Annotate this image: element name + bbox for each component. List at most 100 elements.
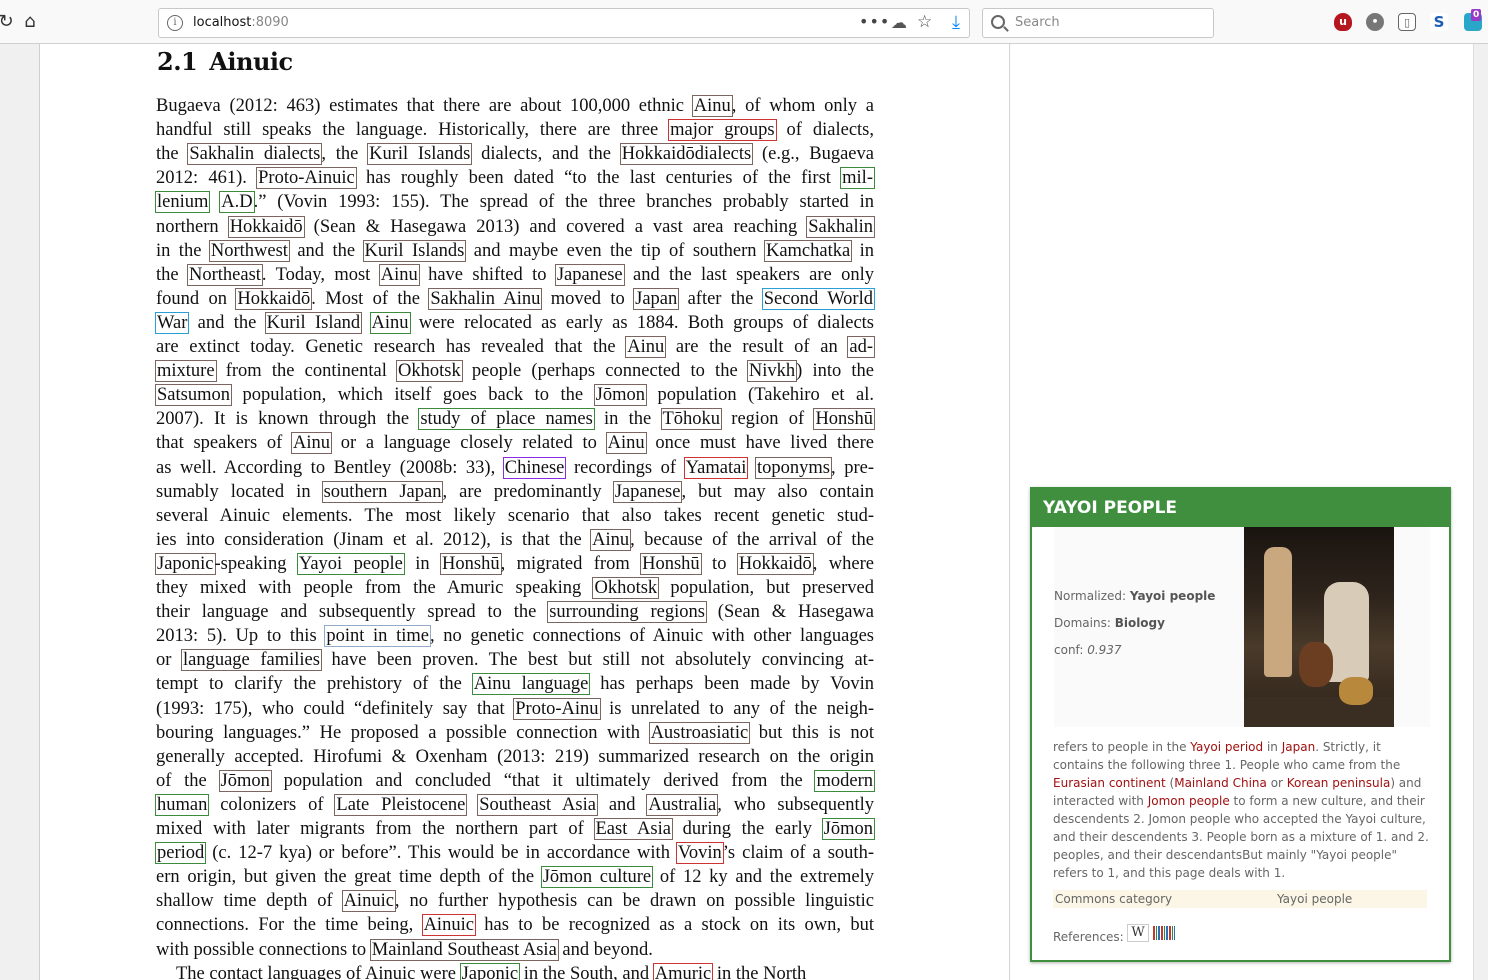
entity-mention[interactable]: Proto-Ainu [513,697,601,720]
entity-mention[interactable]: Sakhalin Ainu [428,287,543,310]
entity-mention[interactable]: Kuril Islands [367,143,473,166]
entity-mention[interactable]: Hokkaidō [227,215,305,238]
entity-mention[interactable]: Vovin [675,842,724,865]
entity-mention[interactable]: mil- [840,167,875,190]
entity-mention[interactable]: Kamchatka [763,239,853,262]
entity-mention[interactable]: Ainu [369,311,411,334]
entity-mention[interactable]: Ainu [590,528,632,551]
entity-mention[interactable]: Northeast [186,263,263,286]
commons-value[interactable]: Yayoi people [1277,890,1352,908]
description-link[interactable]: Korean peninsula [1287,776,1391,790]
entity-mention[interactable]: Amuric [652,962,714,980]
entity-mention[interactable]: Second World [761,287,875,310]
s-extension-icon[interactable]: S [1430,13,1448,31]
entity-mention[interactable]: Yamatai [683,456,749,479]
entity-mention[interactable]: toponyms [755,456,833,479]
entity-mention[interactable]: A.D [219,191,255,214]
entity-mention[interactable]: modern [814,769,875,792]
entity-mention[interactable]: Japan [633,287,680,310]
wikipedia-icon[interactable]: W [1127,924,1149,942]
entity-mention[interactable]: Tōhoku [660,408,723,431]
text-span: have shifted to [418,264,556,285]
entity-mention[interactable]: southern Japan [321,480,444,503]
entity-mention[interactable]: lenium [155,191,211,214]
entity-mention[interactable]: Satsumon [155,384,232,407]
entity-mention[interactable]: surrounding regions [547,601,707,624]
url-bar[interactable]: i localhost:8090 ••• ☁ ☆ [158,8,970,38]
search-field[interactable]: Search [982,8,1214,38]
description-link[interactable]: Japan [1282,740,1315,754]
text-span: with possible connections to [156,939,371,960]
entity-mention[interactable]: Jōmon culture [540,866,654,889]
entity-mention[interactable]: study of place names [418,408,595,431]
entity-mention[interactable]: ad- [847,336,875,358]
entity-mention[interactable]: Chinese [502,456,567,479]
entity-mention[interactable]: Jōmon [218,769,272,792]
description-link[interactable]: Yayoi period [1190,740,1263,754]
entity-mention[interactable]: major groups [668,119,777,142]
entity-mention[interactable]: Jōmon [821,818,875,840]
entity-mention[interactable]: Late Pleistocene [334,793,468,816]
entity-mention[interactable]: Kuril Islands [362,239,467,262]
entity-mention[interactable]: Austroasiatic [648,721,751,744]
text-span: , where [812,553,874,574]
entity-mention[interactable]: Hokkaidō [736,552,814,575]
entity-mention[interactable]: Ainu language [471,673,591,696]
description-link[interactable]: Eurasian continent [1053,776,1166,790]
entity-mention[interactable]: Australia [646,793,719,816]
entity-mention[interactable]: Honshū [640,552,702,575]
text-span: sumably located in [156,481,323,502]
entity-mention[interactable]: Ainu [605,432,647,455]
entity-mention[interactable]: Japanese [554,263,625,286]
tracking-protection-icon[interactable]: ☁ [891,13,907,32]
entity-mention[interactable]: Nivkh [746,360,798,383]
page-scrollbar[interactable] [1473,44,1488,980]
entity-mention[interactable]: Northwest [208,239,290,262]
ublock-icon[interactable]: u [1334,13,1352,31]
entity-mention[interactable]: language families [180,649,322,672]
home-icon[interactable]: ⌂ [18,10,42,34]
entity-mention[interactable]: Ainu [291,432,333,455]
entity-mention[interactable]: War [155,311,190,334]
entity-mention[interactable]: Proto-Ainuic [256,167,357,190]
page-actions-icon[interactable]: ••• [859,12,890,31]
entity-mention[interactable]: Kuril Island [264,311,363,334]
entity-mention[interactable]: Okhotsk [396,360,463,383]
reader-view-icon[interactable]: ▯ [1398,13,1416,31]
entity-mention[interactable]: Jōmon [593,384,647,407]
entity-mention[interactable]: Okhotsk [592,577,660,599]
entity-mention[interactable]: East Asia [593,818,673,840]
entity-mention[interactable]: Honshū [440,552,502,575]
entity-mention[interactable]: Ainu [625,336,667,358]
wikidata-icon[interactable] [1153,926,1175,940]
entity-mention[interactable]: Yayoi people [296,552,405,575]
entity-mention[interactable]: point in time [324,625,431,648]
privacy-extension-icon[interactable]: • [1366,13,1384,31]
description-link[interactable]: Mainland China [1174,776,1267,790]
site-info-icon[interactable]: i [167,15,183,31]
entity-mention[interactable]: Hokkaidōdialects [619,143,754,166]
entity-mention[interactable]: Japonic [459,962,521,980]
entity-mention[interactable]: Ainu [378,263,420,286]
entity-mention[interactable]: Ainuic [421,914,476,937]
description-link[interactable]: Jomon people [1148,794,1230,808]
entity-mention[interactable]: Sakhalin dialects [187,143,323,166]
entity-mention[interactable]: mixture [155,360,217,383]
text-span: (Sean & Hasegawa [705,602,875,623]
entity-mention[interactable]: Ainu [691,95,733,117]
entity-mention[interactable]: Hokkaidō [235,287,313,310]
entity-mention[interactable]: human [155,793,210,816]
entity-mention[interactable]: Japanese [612,480,683,503]
entity-mention[interactable]: Southeast Asia [477,793,598,816]
download-icon[interactable]: ⤓ [952,12,960,33]
reload-icon[interactable]: ↻ [0,10,18,34]
entity-mention[interactable]: period [155,842,207,865]
url-text[interactable]: localhost:8090 [193,15,289,30]
entity-mention[interactable]: Sakhalin [806,215,875,238]
entity-mention[interactable]: Ainuic [341,890,396,913]
entity-mention[interactable]: Mainland Southeast Asia [369,938,559,961]
bookmark-star-icon[interactable]: ☆ [917,12,932,32]
entity-mention[interactable]: Honshū [813,408,875,431]
extension-badge-icon[interactable]: 0 [1464,9,1482,31]
entity-mention[interactable]: Japonic [155,552,216,575]
